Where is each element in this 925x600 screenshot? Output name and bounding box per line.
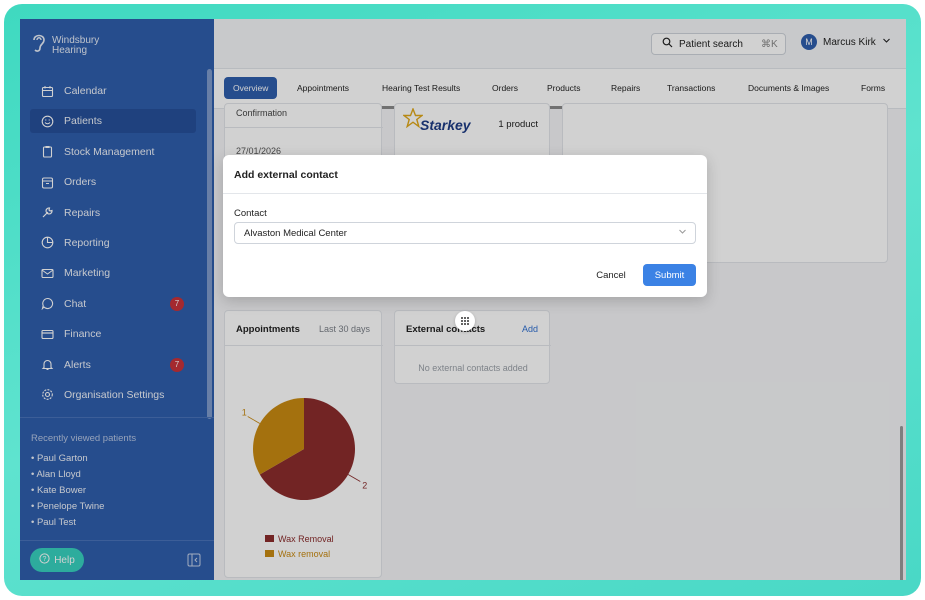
cancel-button[interactable]: Cancel (592, 265, 630, 285)
add-external-contact-modal: Add external contact Contact Alvaston Me… (223, 155, 707, 297)
submit-button[interactable]: Submit (643, 264, 696, 286)
modal-title: Add external contact (234, 169, 338, 181)
modal-divider (223, 193, 707, 194)
app-window: Windsbury Hearing Calendar Patients Stoc… (20, 19, 906, 580)
chevron-down-icon (678, 227, 687, 239)
contact-select[interactable]: Alvaston Medical Center (234, 222, 696, 244)
drag-handle-icon[interactable] (455, 311, 475, 331)
modal-backdrop[interactable] (20, 19, 906, 580)
contact-field-label: Contact (234, 208, 267, 219)
contact-select-value: Alvaston Medical Center (244, 227, 347, 239)
